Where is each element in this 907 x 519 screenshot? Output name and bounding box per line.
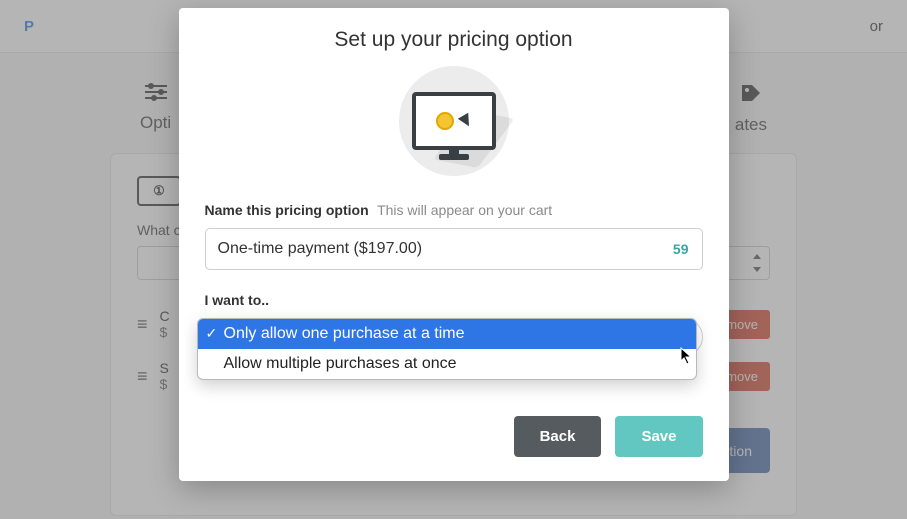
illustration	[399, 66, 509, 176]
modal-title: Set up your pricing option	[205, 28, 703, 52]
save-button[interactable]: Save	[615, 416, 702, 457]
modal-overlay: Set up your pricing option Name this pri…	[0, 0, 907, 519]
purchase-mode-select[interactable]: Only allow one purchase at a time Allow …	[205, 318, 703, 356]
dropdown-option-multiple[interactable]: Allow multiple purchases at once	[198, 349, 696, 379]
cursor-icon	[457, 113, 473, 129]
name-field-label: Name this pricing option	[205, 202, 369, 218]
back-button[interactable]: Back	[514, 416, 602, 457]
pricing-name-input[interactable]	[205, 228, 703, 270]
purchase-mode-dropdown: Only allow one purchase at a time Allow …	[197, 318, 697, 380]
char-counter: 59	[673, 241, 689, 257]
pricing-modal: Set up your pricing option Name this pri…	[179, 8, 729, 481]
name-field-hint: This will appear on your cart	[377, 202, 552, 218]
monitor-icon	[412, 92, 496, 150]
select-label: I want to..	[205, 292, 703, 308]
coin-icon	[436, 112, 454, 130]
dropdown-option-single[interactable]: Only allow one purchase at a time	[198, 319, 696, 349]
